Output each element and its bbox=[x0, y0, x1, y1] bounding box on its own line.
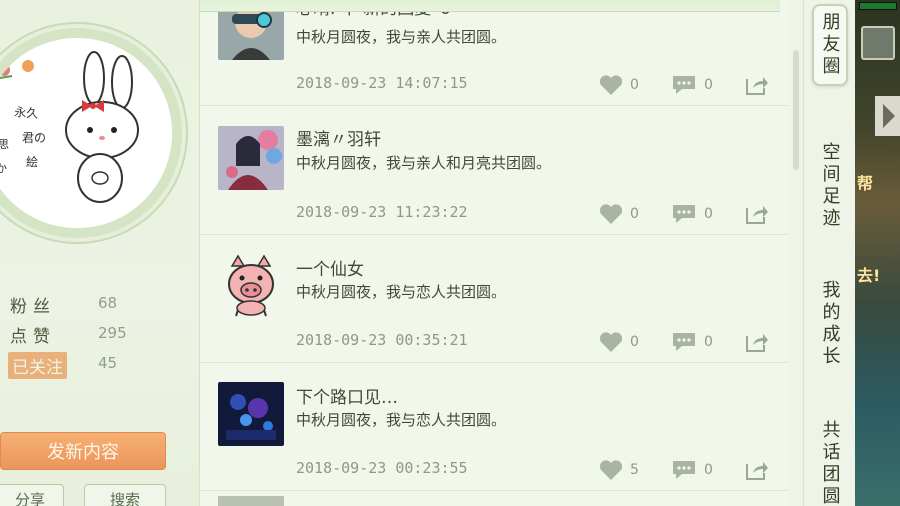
share-arrow-icon bbox=[746, 334, 768, 352]
tab-label: 朋友圈 bbox=[819, 12, 841, 78]
share-arrow-icon bbox=[746, 206, 768, 224]
comment-count: 0 bbox=[704, 334, 713, 350]
svg-text:か: か bbox=[0, 162, 7, 175]
like-count: 0 bbox=[630, 77, 639, 93]
share-arrow-icon bbox=[746, 462, 768, 480]
play-arrow-icon bbox=[883, 104, 895, 128]
comment-bubble-icon bbox=[673, 333, 695, 351]
bunny-avatar-image: 永久 君の 絵 思 か bbox=[0, 38, 172, 228]
feed-timestamp: 2018-09-23 14:07:15 bbox=[296, 74, 468, 92]
stat-fans[interactable]: 粉丝 68 bbox=[10, 292, 190, 322]
stat-fans-value: 68 bbox=[98, 294, 118, 312]
expand-arrow-button[interactable] bbox=[875, 96, 900, 136]
like-button[interactable]: 0 bbox=[598, 331, 639, 353]
game-skill-icon[interactable] bbox=[861, 26, 895, 60]
feed-text: 中秋月圆夜，我与恋人共团圆。 bbox=[296, 283, 507, 301]
svg-text:思: 思 bbox=[0, 138, 9, 151]
stat-likes[interactable]: 点赞 295 bbox=[10, 322, 190, 352]
comment-button[interactable]: 0 bbox=[670, 459, 713, 481]
profile-panel: 永久 君の 絵 思 か 粉丝 68 点赞 295 已关注 45 发新内容 分享 … bbox=[0, 0, 200, 506]
feed-text: 中秋月圆夜，我与恋人共团圆。 bbox=[296, 411, 507, 429]
tab-label: 共话团圆 bbox=[819, 420, 841, 506]
profile-avatar[interactable]: 永久 君の 絵 思 か bbox=[0, 28, 182, 238]
comment-bubble-icon bbox=[673, 76, 695, 94]
feed-item[interactable]: 一个仙女 中秋月圆夜，我与恋人共团圆。 2018-09-23 00:35:21 … bbox=[200, 235, 790, 363]
share-arrow-icon bbox=[746, 77, 768, 95]
health-bar bbox=[859, 2, 897, 10]
stat-fans-label: 粉丝 bbox=[10, 297, 56, 317]
game-overlay-text: 去! bbox=[857, 266, 881, 285]
stat-following-label: 已关注 bbox=[8, 352, 67, 379]
feed-item[interactable]: 心晴. 丫 新的回复*6 中秋月圆夜，我与亲人共团圆。 2018-09-23 1… bbox=[200, 0, 790, 106]
feed-timestamp: 2018-09-23 00:23:55 bbox=[296, 459, 468, 477]
like-button[interactable]: 0 bbox=[598, 203, 639, 225]
heart-icon bbox=[599, 332, 623, 352]
feed-username[interactable]: 墨漓〃羽轩 bbox=[296, 125, 381, 150]
share-button[interactable]: 分享 bbox=[0, 484, 64, 506]
user-avatar[interactable] bbox=[218, 126, 284, 190]
heart-icon bbox=[599, 75, 623, 95]
share-post-button[interactable] bbox=[743, 458, 769, 482]
stat-likes-label: 点赞 bbox=[10, 327, 56, 347]
game-overlay-text: 帮 bbox=[857, 174, 874, 193]
comment-button[interactable]: 0 bbox=[670, 74, 713, 96]
highlight-strip bbox=[200, 0, 780, 12]
share-post-button[interactable] bbox=[743, 202, 769, 226]
post-new-button[interactable]: 发新内容 bbox=[0, 432, 166, 470]
feed-username[interactable]: 下个路口见… bbox=[296, 383, 398, 408]
comment-count: 0 bbox=[704, 77, 713, 93]
comment-button[interactable]: 0 bbox=[670, 203, 713, 225]
feed-timestamp: 2018-09-23 00:35:21 bbox=[296, 331, 468, 349]
tab-space-footprint[interactable]: 空间足迹 bbox=[812, 142, 848, 230]
tab-my-growth[interactable]: 我的成长 bbox=[812, 280, 848, 368]
comment-bubble-icon bbox=[673, 205, 695, 223]
comment-button[interactable]: 0 bbox=[670, 331, 713, 353]
tab-reunion-talk[interactable]: 共话团圆 bbox=[812, 420, 848, 506]
search-button[interactable]: 搜索 bbox=[84, 484, 166, 506]
tab-label: 我的成长 bbox=[819, 280, 841, 368]
svg-text:君の: 君の bbox=[22, 131, 46, 145]
feed-text: 中秋月圆夜，我与亲人共团圆。 bbox=[296, 28, 507, 46]
side-tabs: 朋友圈 空间足迹 我的成长 共话团圆 bbox=[803, 0, 855, 506]
like-button[interactable]: 5 bbox=[598, 459, 639, 481]
user-avatar[interactable] bbox=[218, 382, 284, 446]
comment-count: 0 bbox=[704, 462, 713, 478]
svg-text:永久: 永久 bbox=[14, 105, 39, 121]
heart-icon bbox=[599, 460, 623, 480]
feed-text: 中秋月圆夜，我与亲人和月亮共团圆。 bbox=[296, 154, 552, 172]
tab-moments[interactable]: 朋友圈 bbox=[812, 4, 848, 86]
share-post-button[interactable] bbox=[743, 73, 769, 97]
like-count: 5 bbox=[630, 462, 639, 478]
user-avatar[interactable] bbox=[218, 496, 284, 506]
like-count: 0 bbox=[630, 334, 639, 350]
feed-username[interactable]: 一个仙女 bbox=[296, 255, 364, 280]
share-post-button[interactable] bbox=[743, 330, 769, 354]
heart-icon bbox=[599, 204, 623, 224]
like-button[interactable]: 0 bbox=[598, 74, 639, 96]
tab-label: 空间足迹 bbox=[819, 142, 841, 230]
feed-scrollbar-thumb[interactable] bbox=[793, 50, 799, 170]
moments-feed: 心晴. 丫 新的回复*6 中秋月圆夜，我与亲人共团圆。 2018-09-23 1… bbox=[200, 0, 800, 506]
comment-bubble-icon bbox=[673, 461, 695, 479]
stat-following[interactable]: 已关注 45 bbox=[8, 352, 190, 382]
feed-timestamp: 2018-09-23 11:23:22 bbox=[296, 203, 468, 221]
user-avatar[interactable] bbox=[218, 254, 284, 318]
like-count: 0 bbox=[630, 206, 639, 222]
stat-likes-value: 295 bbox=[98, 324, 127, 342]
profile-stats: 粉丝 68 点赞 295 已关注 45 bbox=[8, 292, 190, 382]
svg-text:絵: 絵 bbox=[26, 154, 38, 169]
feed-item[interactable]: 下个路口见… 中秋月圆夜，我与恋人共团圆。 2018-09-23 00:23:5… bbox=[200, 363, 790, 491]
game-background: 帮 去! bbox=[855, 0, 900, 506]
feed-item[interactable]: 墨漓〃羽轩 中秋月圆夜，我与亲人和月亮共团圆。 2018-09-23 11:23… bbox=[200, 107, 790, 235]
stat-following-value: 45 bbox=[98, 354, 118, 372]
comment-count: 0 bbox=[704, 206, 713, 222]
